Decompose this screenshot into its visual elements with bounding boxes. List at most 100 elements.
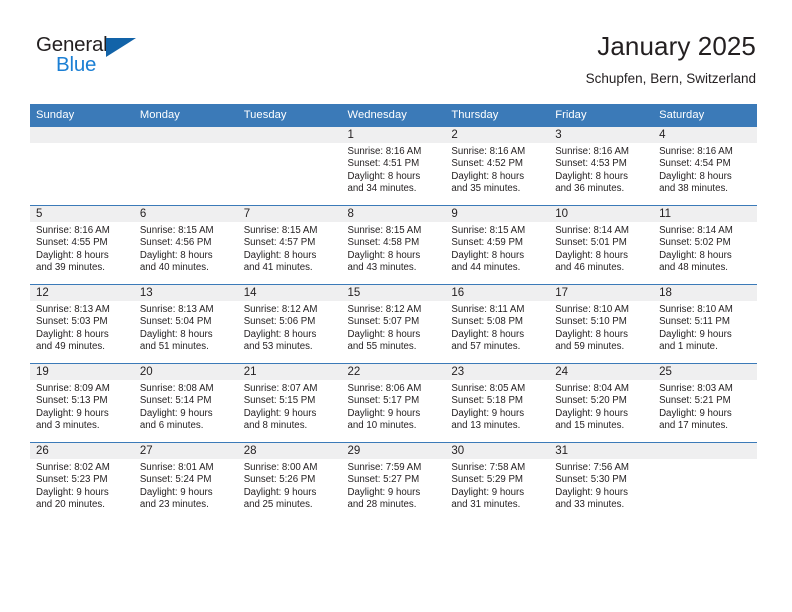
day-number: 11	[653, 206, 757, 222]
calendar-cell-empty	[237, 127, 342, 206]
sunrise-text: Sunrise: 8:14 AM	[659, 225, 733, 236]
calendar-week-row: 5 Sunrise: 8:16 AM Sunset: 4:55 PM Daylight…	[30, 205, 757, 285]
day-number: 28	[237, 443, 342, 459]
day-details: Sunrise: 8:15 AM Sunset: 4:57 PM Daylight:…	[238, 222, 342, 275]
calendar-day-cell[interactable]: 19 Sunrise: 8:09 AM Sunset: 5:13 PM Dayligh…	[30, 363, 134, 443]
calendar-day-cell[interactable]: 8 Sunrise: 8:15 AM Sunset: 4:58 PM Daylight…	[341, 205, 446, 285]
daylight-text-line2: and 36 minutes.	[555, 183, 625, 195]
page-header: General Blue January 2025 Schupfen, Bern…	[0, 0, 792, 104]
calendar-day-cell[interactable]: 17 Sunrise: 8:10 AM Sunset: 5:10 PM Dayligh…	[549, 284, 654, 364]
daylight-text-line2: and 35 minutes.	[451, 183, 521, 195]
calendar-day-cell[interactable]: 3 Sunrise: 8:16 AM Sunset: 4:53 PM Daylight…	[549, 127, 654, 206]
calendar-header-row: Sunday Monday Tuesday Wednesday Thursday…	[30, 104, 757, 127]
daylight-text-line1: Daylight: 8 hours	[555, 328, 628, 340]
page-title: January 2025	[597, 31, 756, 61]
calendar-day-cell[interactable]: 16 Sunrise: 8:11 AM Sunset: 5:08 PM Dayligh…	[445, 284, 550, 364]
day-number: 2	[445, 127, 550, 143]
day-number: 13	[133, 285, 238, 301]
calendar-day-cell[interactable]: 4 Sunrise: 8:16 AM Sunset: 4:54 PM Daylight…	[653, 127, 757, 206]
logo-text-blue: Blue	[56, 53, 97, 76]
daylight-text-line2: and 23 minutes.	[139, 499, 209, 511]
day-details: Sunrise: 8:15 AM Sunset: 4:59 PM Daylight:…	[445, 222, 549, 275]
day-number: 1	[341, 127, 446, 143]
daylight-text-line2: and 17 minutes.	[659, 420, 728, 432]
calendar-day-cell[interactable]: 2 Sunrise: 8:16 AM Sunset: 4:52 PM Daylight…	[445, 127, 550, 206]
calendar-day-cell[interactable]: 30 Sunrise: 7:58 AM Sunset: 5:29 PM Dayligh…	[445, 442, 550, 521]
day-details: Sunrise: 8:16 AM Sunset: 4:52 PM Daylight:…	[445, 143, 549, 196]
sunset-text: Sunset: 4:54 PM	[659, 158, 731, 170]
sunset-text: Sunset: 5:30 PM	[555, 474, 627, 486]
calendar-day-cell[interactable]: 27 Sunrise: 8:01 AM Sunset: 5:24 PM Dayligh…	[133, 442, 238, 521]
sunrise-text: Sunrise: 7:59 AM	[347, 462, 422, 473]
calendar-day-cell[interactable]: 13 Sunrise: 8:13 AM Sunset: 5:04 PM Dayligh…	[133, 284, 238, 364]
day-details: Sunrise: 8:08 AM Sunset: 5:14 PM Daylight:…	[134, 380, 238, 433]
sunrise-text: Sunrise: 8:16 AM	[347, 146, 422, 157]
day-number: 8	[341, 206, 446, 222]
calendar-day-cell[interactable]: 24 Sunrise: 8:04 AM Sunset: 5:20 PM Dayligh…	[549, 363, 654, 443]
day-details: Sunrise: 8:16 AM Sunset: 4:54 PM Daylight:…	[653, 143, 757, 196]
calendar-day-cell[interactable]: 5 Sunrise: 8:16 AM Sunset: 4:55 PM Daylight…	[30, 205, 134, 285]
calendar-day-cell[interactable]: 1 Sunrise: 8:16 AM Sunset: 4:51 PM Daylight…	[341, 127, 446, 206]
day-details: Sunrise: 8:10 AM Sunset: 5:11 PM Daylight:…	[653, 301, 757, 354]
day-details: Sunrise: 7:59 AM Sunset: 5:27 PM Daylight:…	[342, 459, 446, 512]
weekday-header-wednesday: Wednesday	[341, 104, 446, 127]
sunset-text: Sunset: 5:23 PM	[36, 474, 108, 486]
sunrise-text: Sunrise: 8:13 AM	[139, 304, 214, 315]
daylight-text-line1: Daylight: 8 hours	[555, 249, 628, 261]
calendar-day-cell[interactable]: 21 Sunrise: 8:07 AM Sunset: 5:15 PM Dayligh…	[237, 363, 342, 443]
daylight-text-line2: and 44 minutes.	[451, 262, 521, 274]
daylight-text-line1: Daylight: 9 hours	[347, 486, 421, 498]
sunrise-text: Sunrise: 8:13 AM	[36, 304, 110, 315]
calendar-day-cell[interactable]: 14 Sunrise: 8:12 AM Sunset: 5:06 PM Dayligh…	[237, 284, 342, 364]
daylight-text-line1: Daylight: 8 hours	[36, 328, 109, 340]
title-block: January 2025 Schupfen, Bern, Switzerland	[586, 30, 756, 87]
sunset-text: Sunset: 4:56 PM	[139, 237, 212, 249]
calendar-day-cell[interactable]: 28 Sunrise: 8:00 AM Sunset: 5:26 PM Dayligh…	[237, 442, 342, 521]
sunset-text: Sunset: 5:03 PM	[36, 316, 108, 328]
daylight-text-line1: Daylight: 9 hours	[451, 486, 525, 498]
sunset-text: Sunset: 5:06 PM	[243, 316, 316, 328]
sunrise-text: Sunrise: 8:16 AM	[555, 146, 629, 157]
calendar-day-cell[interactable]: 6 Sunrise: 8:15 AM Sunset: 4:56 PM Daylight…	[133, 205, 238, 285]
sunset-text: Sunset: 5:01 PM	[555, 237, 627, 249]
calendar-day-cell[interactable]: 15 Sunrise: 8:12 AM Sunset: 5:07 PM Dayligh…	[341, 284, 446, 364]
calendar-day-cell[interactable]: 26 Sunrise: 8:02 AM Sunset: 5:23 PM Dayligh…	[30, 442, 134, 521]
calendar-day-cell[interactable]: 10 Sunrise: 8:14 AM Sunset: 5:01 PM Dayligh…	[549, 205, 654, 285]
calendar-week-row: 26 Sunrise: 8:02 AM Sunset: 5:23 PM Dayligh…	[30, 442, 757, 521]
day-number: 10	[549, 206, 654, 222]
sunset-text: Sunset: 5:04 PM	[139, 316, 212, 328]
calendar-day-cell[interactable]: 11 Sunrise: 8:14 AM Sunset: 5:02 PM Dayligh…	[653, 205, 757, 285]
sunset-text: Sunset: 4:51 PM	[347, 158, 420, 170]
daylight-text-line2: and 40 minutes.	[139, 262, 209, 274]
day-number: 5	[30, 206, 134, 222]
calendar-day-cell[interactable]: 29 Sunrise: 7:59 AM Sunset: 5:27 PM Dayligh…	[341, 442, 446, 521]
general-blue-logo: General Blue	[36, 34, 166, 82]
calendar-body: 1 Sunrise: 8:16 AM Sunset: 4:51 PM Daylight…	[30, 127, 757, 521]
calendar-day-cell[interactable]: 12 Sunrise: 8:13 AM Sunset: 5:03 PM Dayligh…	[30, 284, 134, 364]
calendar-day-cell[interactable]: 9 Sunrise: 8:15 AM Sunset: 4:59 PM Daylight…	[445, 205, 550, 285]
sunset-text: Sunset: 5:24 PM	[139, 474, 212, 486]
sunset-text: Sunset: 5:17 PM	[347, 395, 420, 407]
calendar-day-cell[interactable]: 18 Sunrise: 8:10 AM Sunset: 5:11 PM Dayligh…	[653, 284, 757, 364]
daylight-text-line1: Daylight: 9 hours	[36, 486, 109, 498]
calendar-day-cell[interactable]: 20 Sunrise: 8:08 AM Sunset: 5:14 PM Dayligh…	[133, 363, 238, 443]
day-number: 3	[549, 127, 654, 143]
sunset-text: Sunset: 4:57 PM	[243, 237, 316, 249]
sunset-text: Sunset: 5:29 PM	[451, 474, 523, 486]
calendar-day-cell[interactable]: 23 Sunrise: 8:05 AM Sunset: 5:18 PM Dayligh…	[445, 363, 550, 443]
calendar-day-cell[interactable]: 7 Sunrise: 8:15 AM Sunset: 4:57 PM Daylight…	[237, 205, 342, 285]
daylight-text-line2: and 10 minutes.	[347, 420, 417, 432]
sunrise-text: Sunrise: 8:16 AM	[451, 146, 526, 157]
calendar-day-cell[interactable]: 31 Sunrise: 7:56 AM Sunset: 5:30 PM Dayligh…	[549, 442, 654, 521]
daylight-text-line1: Daylight: 8 hours	[659, 170, 732, 182]
daylight-text-line1: Daylight: 8 hours	[243, 249, 317, 261]
day-details: Sunrise: 8:12 AM Sunset: 5:07 PM Daylight:…	[342, 301, 446, 354]
day-details: Sunrise: 8:12 AM Sunset: 5:06 PM Daylight:…	[238, 301, 342, 354]
sunrise-text: Sunrise: 8:15 AM	[243, 225, 318, 236]
day-details: Sunrise: 8:05 AM Sunset: 5:18 PM Daylight:…	[445, 380, 549, 433]
day-details: Sunrise: 8:10 AM Sunset: 5:10 PM Daylight:…	[549, 301, 653, 354]
calendar-day-cell[interactable]: 25 Sunrise: 8:03 AM Sunset: 5:21 PM Dayligh…	[653, 363, 757, 443]
calendar-day-cell[interactable]: 22 Sunrise: 8:06 AM Sunset: 5:17 PM Dayligh…	[341, 363, 446, 443]
daylight-text-line1: Daylight: 9 hours	[347, 407, 421, 419]
daylight-text-line2: and 15 minutes.	[555, 420, 625, 432]
